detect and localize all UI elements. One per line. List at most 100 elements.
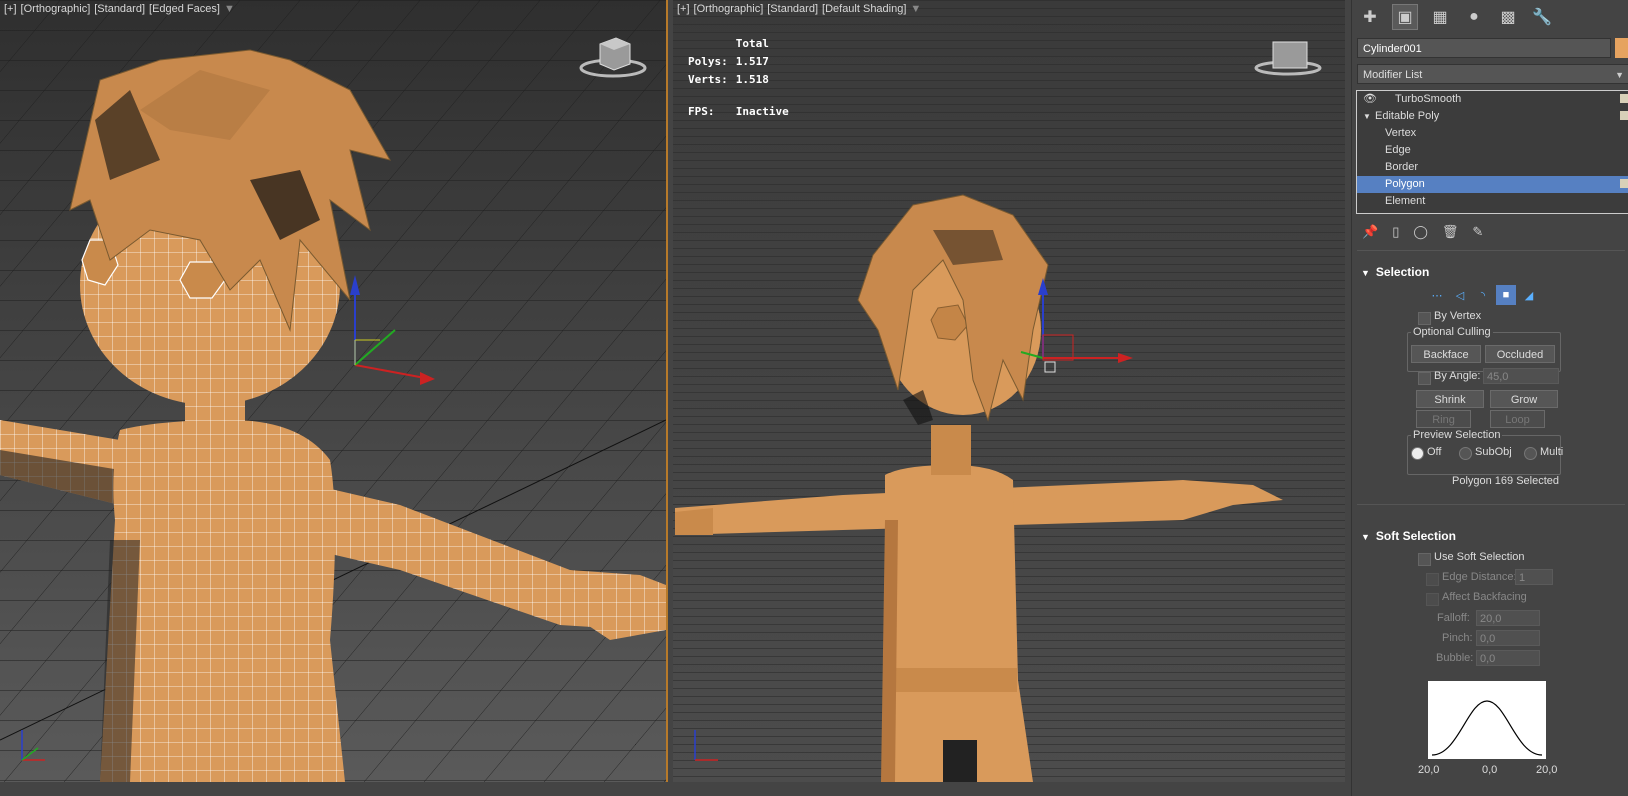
stack-item-editable-poly[interactable]: ▼ Editable Poly — [1357, 108, 1628, 125]
hierarchy-icon[interactable]: ▦ — [1428, 5, 1452, 29]
viewcube-icon[interactable] — [578, 32, 648, 82]
stack-subitem-vertex[interactable]: Vertex — [1357, 125, 1628, 142]
chevron-down-icon: ▼ — [1615, 70, 1624, 80]
fps-value: Inactive — [735, 105, 789, 118]
stack-checkbox[interactable] — [1620, 111, 1628, 120]
edge-distance-checkbox[interactable] — [1426, 573, 1439, 586]
stack-item-label: Element — [1385, 195, 1426, 207]
triangle-down-icon[interactable]: ▼ — [1363, 108, 1371, 125]
modifier-list-dropdown[interactable]: Modifier List ▼ — [1357, 64, 1628, 84]
bubble-label: Bubble: — [1436, 652, 1474, 664]
backface-button[interactable]: Backface — [1411, 345, 1481, 363]
use-soft-selection-checkbox[interactable] — [1418, 553, 1431, 566]
preview-subobj-label: SubObj — [1475, 446, 1512, 458]
occluded-button[interactable]: Occluded — [1485, 345, 1555, 363]
triangle-down-icon: ▼ — [1361, 532, 1370, 542]
viewport-view-type[interactable]: [Orthographic] — [694, 3, 764, 15]
by-vertex-checkbox[interactable] — [1418, 312, 1431, 325]
polygon-mode-icon[interactable]: ■ — [1496, 285, 1516, 305]
filter-icon[interactable]: ▼ — [910, 3, 921, 15]
modify-icon[interactable]: ▣ — [1392, 4, 1418, 30]
stack-subitem-element[interactable]: Element — [1357, 193, 1628, 210]
by-angle-checkbox[interactable] — [1418, 372, 1431, 385]
filter-icon[interactable]: ▼ — [224, 3, 235, 15]
viewport-right[interactable]: [+] [Orthographic] [Standard] [Default Shad… — [673, 0, 1345, 782]
stack-item-label: TurboSmooth — [1395, 93, 1462, 105]
loop-button[interactable]: Loop — [1490, 410, 1545, 428]
by-angle-spinner[interactable]: 45,0 — [1483, 368, 1559, 384]
utilities-icon[interactable]: 🔧 — [1530, 5, 1554, 29]
stack-item-label: Vertex — [1385, 127, 1417, 139]
viewport-render-style[interactable]: [Standard] — [767, 3, 818, 15]
viewport-label-left[interactable]: [+] [Orthographic] [Standard] [Edged Faces]… — [4, 3, 239, 15]
polys-value: 1.517 — [735, 55, 769, 68]
curve-mid-label: 0,0 — [1482, 764, 1498, 776]
show-end-result-icon[interactable]: ▯ — [1392, 224, 1399, 240]
falloff-spinner[interactable]: 20,0 — [1476, 610, 1540, 626]
motion-icon[interactable]: ● — [1462, 5, 1486, 29]
bubble-spinner[interactable]: 0,0 — [1476, 650, 1540, 666]
use-soft-selection-label: Use Soft Selection — [1434, 551, 1525, 563]
falloff-curve-graph — [1431, 700, 1543, 756]
ring-button[interactable]: Ring — [1416, 410, 1471, 428]
grow-button[interactable]: Grow — [1490, 390, 1558, 408]
stats-header: Total — [735, 37, 769, 50]
object-name-field[interactable]: Cylinder001 — [1357, 38, 1611, 58]
preview-subobj-radio[interactable] — [1459, 447, 1472, 460]
make-unique-icon[interactable]: ◯ — [1413, 224, 1428, 240]
polys-label: Polys: — [688, 55, 728, 68]
affect-backfacing-checkbox[interactable] — [1426, 593, 1439, 606]
soft-selection-falloff-curve — [1428, 681, 1546, 759]
viewport-statistics: Total Polys: 1.517 Verts: 1.518 FPS: Inacti… — [686, 34, 797, 122]
eye-icon[interactable]: 👁 — [1363, 91, 1377, 108]
edge-distance-label: Edge Distance: — [1442, 571, 1517, 583]
preview-off-radio[interactable] — [1411, 447, 1424, 460]
stack-checkbox[interactable] — [1620, 94, 1628, 103]
viewcube-icon[interactable] — [1253, 32, 1323, 82]
viewport-shading[interactable]: [Default Shading] — [822, 3, 906, 15]
object-color-swatch[interactable] — [1615, 38, 1628, 58]
command-panel: ✚ ▣ ▦ ● ▩ 🔧 Cylinder001 Modifier List ▼ 👁… — [1351, 0, 1628, 796]
edge-distance-spinner[interactable]: 1 — [1515, 569, 1553, 585]
pinch-spinner[interactable]: 0,0 — [1476, 630, 1540, 646]
viewport-shading[interactable]: [Edged Faces] — [149, 3, 220, 15]
affect-backfacing-label: Affect Backfacing — [1442, 591, 1527, 603]
vertex-mode-icon[interactable]: ⋯ — [1427, 285, 1447, 305]
preview-multi-radio[interactable] — [1524, 447, 1537, 460]
stack-subitem-polygon[interactable]: Polygon — [1357, 176, 1628, 193]
preview-selection-label: Preview Selection — [1411, 429, 1503, 441]
edge-mode-icon[interactable]: ◁ — [1450, 285, 1470, 305]
selection-rollout-header[interactable]: ▼ Selection — [1357, 262, 1628, 282]
border-mode-icon[interactable]: ◝ — [1473, 285, 1493, 305]
verts-label: Verts: — [688, 73, 728, 86]
shrink-button[interactable]: Shrink — [1416, 390, 1484, 408]
remove-modifier-icon[interactable]: 🗑 — [1442, 224, 1459, 240]
verts-value: 1.518 — [735, 73, 769, 86]
pinch-label: Pinch: — [1442, 632, 1473, 644]
stack-checkbox[interactable] — [1620, 179, 1628, 188]
modifier-list-label: Modifier List — [1363, 69, 1423, 81]
by-angle-label: By Angle: — [1434, 370, 1481, 382]
soft-selection-rollout-header[interactable]: ▼ Soft Selection — [1357, 526, 1628, 546]
create-icon[interactable]: ✚ — [1358, 5, 1382, 29]
element-mode-icon[interactable]: ◢ — [1519, 285, 1539, 305]
viewport-menu[interactable]: [+] — [4, 3, 17, 15]
stack-item-turbosmooth[interactable]: 👁 TurboSmooth — [1357, 91, 1628, 108]
soft-selection-rollout-title: Soft Selection — [1375, 529, 1456, 543]
left-viewport-scene — [0, 0, 666, 782]
stack-item-label: Editable Poly — [1375, 110, 1440, 122]
viewport-render-style[interactable]: [Standard] — [94, 3, 145, 15]
viewport-label-right[interactable]: [+] [Orthographic] [Standard] [Default Shad… — [677, 3, 925, 15]
viewport-view-type[interactable]: [Orthographic] — [21, 3, 91, 15]
display-icon[interactable]: ▩ — [1496, 5, 1520, 29]
selection-status: Polygon 169 Selected — [1452, 475, 1560, 487]
stack-subitem-border[interactable]: Border — [1357, 159, 1628, 176]
preview-off-label: Off — [1427, 446, 1442, 458]
pin-stack-icon[interactable]: 📌 — [1362, 224, 1378, 240]
viewport-menu[interactable]: [+] — [677, 3, 690, 15]
viewport-left[interactable]: [+] [Orthographic] [Standard] [Edged Faces]… — [0, 0, 668, 782]
preview-multi-label: Multi — [1540, 446, 1564, 458]
stack-subitem-edge[interactable]: Edge — [1357, 142, 1628, 159]
curve-right-label: 20,0 — [1536, 764, 1558, 776]
configure-sets-icon[interactable]: ✎ — [1472, 224, 1483, 240]
